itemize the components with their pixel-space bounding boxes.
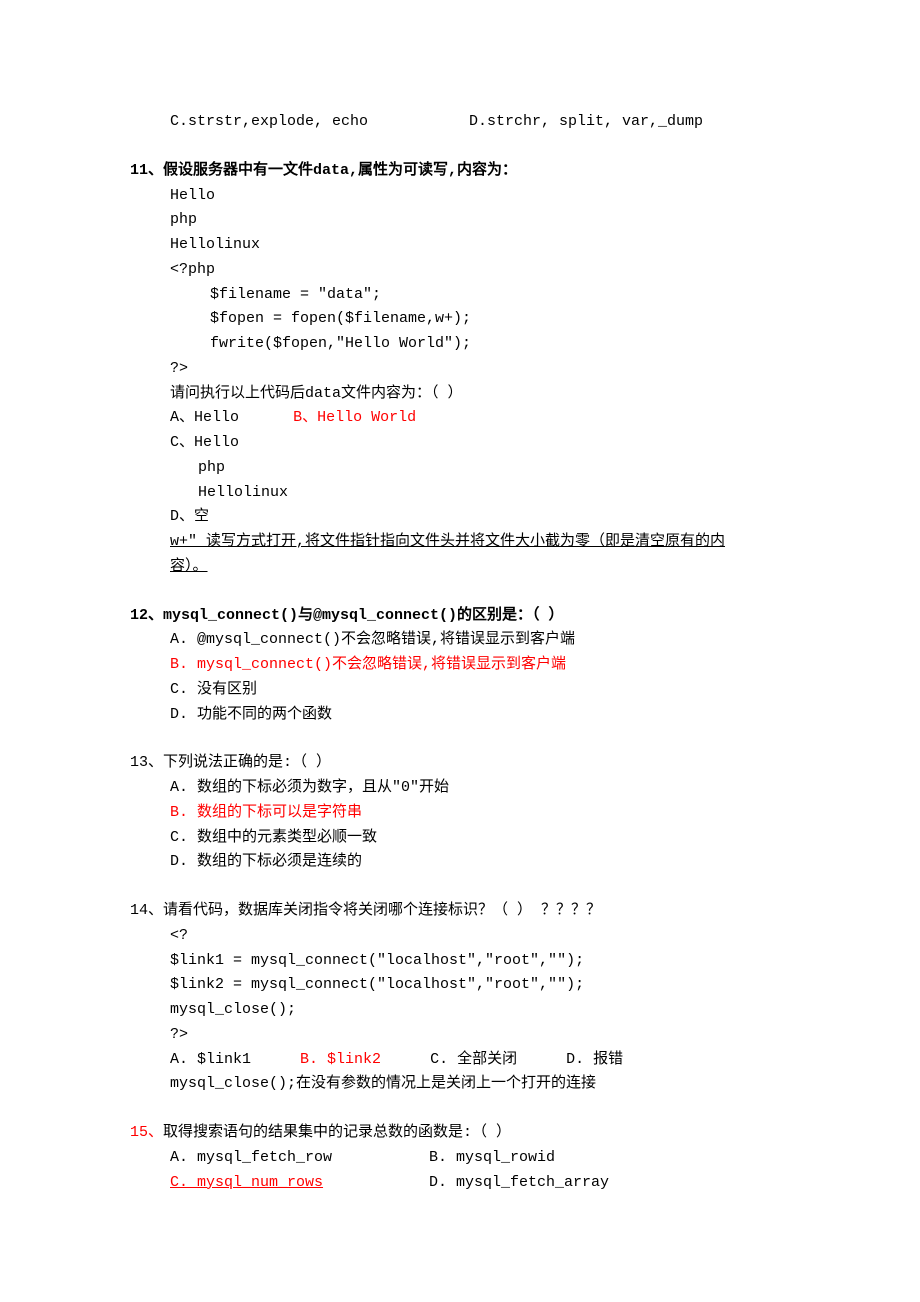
q14-opt-c: C. 全部关闭 <box>430 1048 517 1073</box>
q14-options: A. $link1 B. $link2 C. 全部关闭 D. 报错 <box>170 1048 790 1073</box>
q11-opt-d: D、空 <box>170 505 790 530</box>
q15-cd-row: C. mysql_num_rows D. mysql_fetch_array <box>170 1171 790 1196</box>
q14-title: 14、请看代码，数据库关闭指令将关闭哪个连接标识？（ ） ？？？？ <box>130 899 790 924</box>
q12-opt-a: A. @mysql_connect()不会忽略错误,将错误显示到客户端 <box>170 628 790 653</box>
q14-opt-d: D. 报错 <box>566 1048 623 1073</box>
q11-line-php: php <box>170 208 790 233</box>
q14-opt-a: A. $link1 <box>170 1048 251 1073</box>
q11-explain-2: 容）。 <box>170 555 790 580</box>
q11-code-filename: $filename = "data"; <box>210 283 790 308</box>
q14-code-end: ?> <box>170 1023 790 1048</box>
q15-title: 15、取得搜索语句的结果集中的记录总数的函数是:（ ） <box>130 1121 790 1146</box>
q10-opt-c: C.strstr,explode, echo <box>170 110 460 135</box>
q11-line-hello: Hello <box>170 184 790 209</box>
q13-opt-c: C. 数组中的元素类型必顺一致 <box>170 826 790 851</box>
q11-code-fopen: $fopen = fopen($filename,w+); <box>210 307 790 332</box>
q11-code-fwrite: fwrite($fopen,"Hello World"); <box>210 332 790 357</box>
q15-opt-c: C. mysql_num_rows <box>170 1171 420 1196</box>
q14-opt-b: B. $link2 <box>300 1048 381 1073</box>
q13-opt-b: B. 数组的下标可以是字符串 <box>170 801 790 826</box>
q12-opt-c: C. 没有区别 <box>170 678 790 703</box>
q12-title: 12、mysql_connect()与@mysql_connect()的区别是：… <box>130 604 790 629</box>
q13-title: 13、下列说法正确的是:（ ） <box>130 751 790 776</box>
q11-opt-c-l3: Hellolinux <box>198 481 790 506</box>
q11-ab-row: A、Hello B、Hello World <box>170 406 790 431</box>
q15-opt-b: B. mysql_rowid <box>429 1149 555 1166</box>
q13-opt-d: D. 数组的下标必须是连续的 <box>170 850 790 875</box>
q11-title: 11、假设服务器中有一文件data,属性为可读写,内容为： <box>130 159 790 184</box>
q11-code-close: ?> <box>170 357 790 382</box>
q15-opt-a: A. mysql_fetch_row <box>170 1146 420 1171</box>
q11-prompt: 请问执行以上代码后data文件内容为：（ ） <box>170 382 790 407</box>
q11-opt-c-l2: php <box>198 456 790 481</box>
q11-code-open: <?php <box>170 258 790 283</box>
q15-title-rest: 取得搜索语句的结果集中的记录总数的函数是:（ ） <box>163 1124 511 1141</box>
q10-options-tail: C.strstr,explode, echo D.strchr, split, … <box>170 110 790 135</box>
q11-explain-1: w+" 读写方式打开,将文件指针指向文件头并将文件大小截为零（即是清空原有的内 <box>170 530 790 555</box>
q14-code-link2: $link2 = mysql_connect("localhost","root… <box>170 973 790 998</box>
q11-opt-a: A、Hello <box>170 409 239 426</box>
q15-ab-row: A. mysql_fetch_row B. mysql_rowid <box>170 1146 790 1171</box>
q10-opt-d: D.strchr, split, var,_dump <box>469 113 703 130</box>
q14-code-close: mysql_close(); <box>170 998 790 1023</box>
q11-opt-b: B、Hello World <box>293 409 416 426</box>
q11-line-hellolinux: Hellolinux <box>170 233 790 258</box>
q13-opt-a: A. 数组的下标必须为数字，且从"0"开始 <box>170 776 790 801</box>
q15-title-prefix: 15、 <box>130 1124 163 1141</box>
q15-opt-d: D. mysql_fetch_array <box>429 1174 609 1191</box>
q12-opt-d: D. 功能不同的两个函数 <box>170 703 790 728</box>
q12-opt-b: B. mysql_connect()不会忽略错误,将错误显示到客户端 <box>170 653 790 678</box>
q14-explain: mysql_close();在没有参数的情况上是关闭上一个打开的连接 <box>170 1072 790 1097</box>
q14-code-open: <? <box>170 924 790 949</box>
q11-opt-c: C、Hello <box>170 431 790 456</box>
q14-code-link1: $link1 = mysql_connect("localhost","root… <box>170 949 790 974</box>
